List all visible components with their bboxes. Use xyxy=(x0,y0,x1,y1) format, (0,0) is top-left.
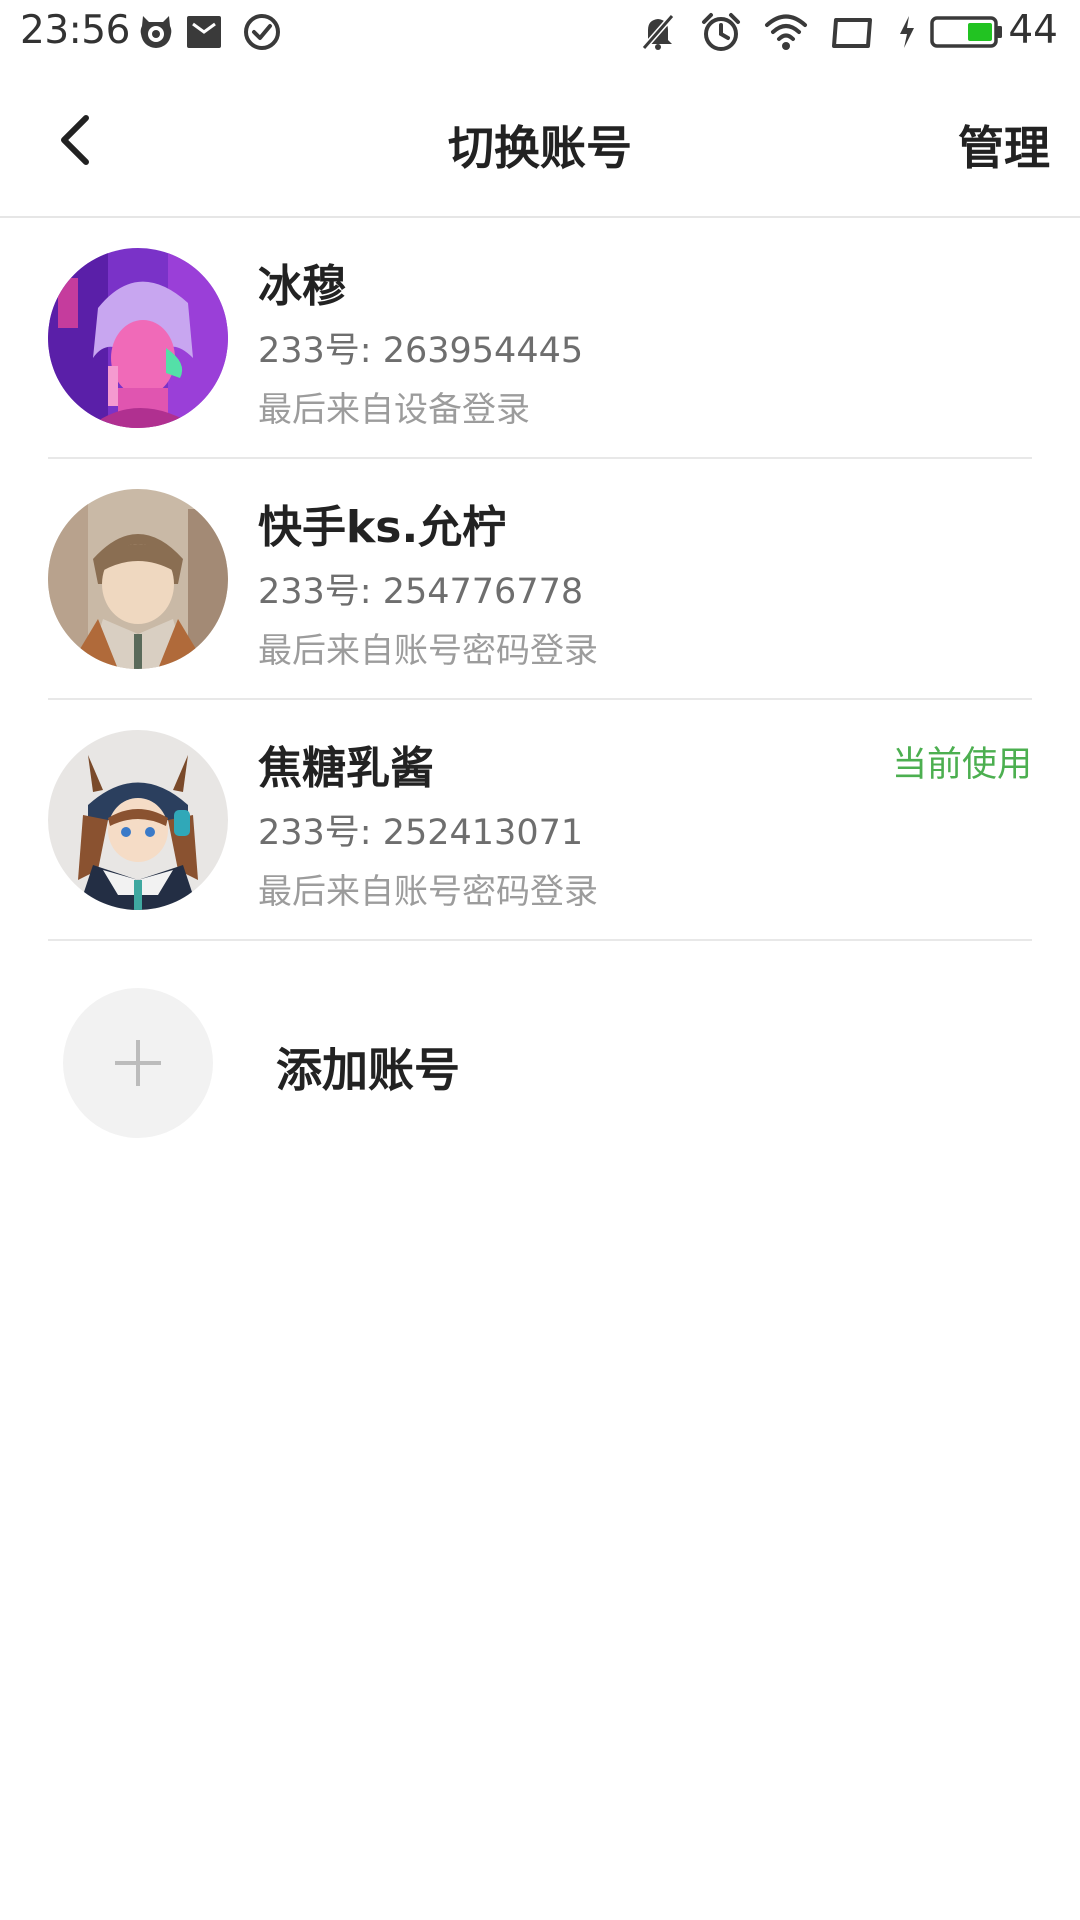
account-list: 冰穆 233号: 263954445 最后来自设备登录 快手ks.允柠 233号… xyxy=(0,218,1080,941)
account-id: 233号: 254776778 xyxy=(258,572,584,612)
avatar xyxy=(48,248,228,428)
charging-bolt-icon xyxy=(900,16,914,48)
battery-level: 44 xyxy=(1008,8,1058,53)
current-account-badge: 当前使用 xyxy=(891,745,1032,785)
account-row[interactable]: 焦糖乳酱 当前使用 233号: 252413071 最后来自账号密码登录 xyxy=(0,700,1080,941)
plus-icon[interactable] xyxy=(63,988,213,1138)
battery-icon xyxy=(930,16,1002,48)
account-name: 焦糖乳酱 xyxy=(258,743,434,794)
nav-bar: 切换账号 管理 xyxy=(0,66,1080,218)
account-name: 快手ks.允柠 xyxy=(258,502,507,553)
account-login-source: 最后来自设备登录 xyxy=(258,390,530,430)
account-row[interactable]: 快手ks.允柠 233号: 254776778 最后来自账号密码登录 xyxy=(0,459,1080,700)
account-login-source: 最后来自账号密码登录 xyxy=(258,631,598,671)
manage-button[interactable]: 管理 xyxy=(958,112,1050,178)
add-account-label: 添加账号 xyxy=(276,1043,460,1097)
page-title: 切换账号 xyxy=(448,121,632,175)
status-bar: 23:56 44 xyxy=(0,0,1080,66)
add-account-button[interactable]: 添加账号 xyxy=(0,964,1080,1164)
screen-rotation-icon xyxy=(832,18,872,48)
status-time: 23:56 xyxy=(20,8,130,53)
account-name: 冰穆 xyxy=(258,261,346,312)
alarm-icon xyxy=(702,13,740,51)
bell-muted-icon xyxy=(641,14,675,50)
account-id: 233号: 252413071 xyxy=(258,813,584,853)
account-row[interactable]: 冰穆 233号: 263954445 最后来自设备登录 xyxy=(0,218,1080,459)
account-login-source: 最后来自账号密码登录 xyxy=(258,872,598,912)
account-id: 233号: 263954445 xyxy=(258,331,584,371)
cat-notification-icon xyxy=(140,16,172,48)
avatar xyxy=(48,730,228,910)
avatar xyxy=(48,489,228,669)
mail-notification-icon xyxy=(187,16,221,48)
check-circle-icon xyxy=(244,14,280,50)
wifi-icon xyxy=(765,14,807,50)
